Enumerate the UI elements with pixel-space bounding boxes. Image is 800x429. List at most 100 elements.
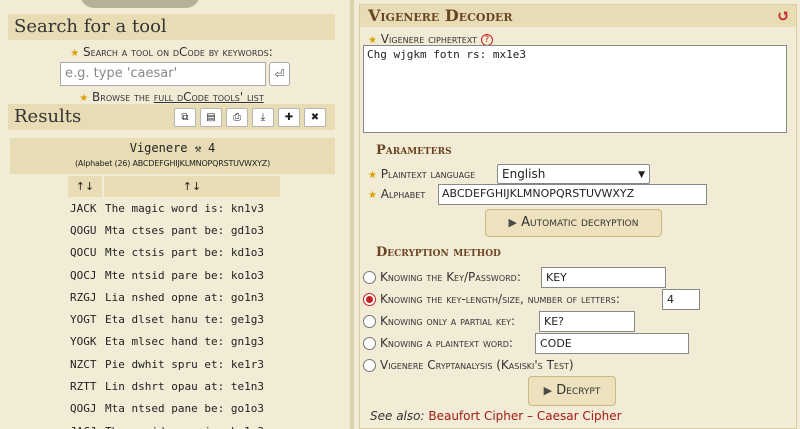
- sort-key-column[interactable]: ↑↓: [68, 176, 102, 197]
- method-key-radio[interactable]: [363, 270, 376, 284]
- method-plaintext-label: Knowing a plaintext word:: [380, 336, 513, 350]
- language-label: ★ Plaintext language: [368, 167, 475, 181]
- language-value: English: [502, 167, 546, 181]
- alphabet-input[interactable]: ABCDEFGHIJKLMNOPQRSTUVWXYZ: [438, 184, 707, 205]
- table-row: QOGJ Mta ntsed pane be: go1o3: [68, 398, 280, 420]
- beaufort-cipher-link[interactable]: Beaufort Cipher: [428, 409, 523, 423]
- decrypt-button[interactable]: ▶ Decrypt: [528, 376, 616, 406]
- method-length-radio[interactable]: [363, 292, 376, 306]
- table-row: JACK The magic word is: kn1v3: [68, 197, 280, 219]
- download-icon: ⤓: [260, 112, 266, 123]
- row-key: JACJ: [68, 425, 102, 429]
- method-kasiski-option[interactable]: Vigenere Cryptanalysis (Kasiski's Test): [363, 358, 574, 372]
- print-button[interactable]: ⎙: [226, 108, 248, 127]
- plaintext-word-input[interactable]: CODE: [535, 333, 689, 354]
- table-row: JACJThe nagid wore is: ko1v3: [68, 420, 280, 429]
- result-name: Vigenere: [129, 141, 188, 155]
- results-rows: JACK The magic word is: kn1v3 QOGU Mta ctse…: [68, 197, 280, 429]
- table-row: YOGT Eta dlset hanu te: ge1g3: [68, 308, 280, 330]
- see-also: See also: Beaufort Cipher – Caesar Ciphe…: [370, 409, 622, 423]
- partial-key-input[interactable]: KE?: [539, 311, 635, 332]
- result-count: 4: [208, 141, 216, 155]
- decryption-method-title: Decryption method: [376, 245, 501, 260]
- ciphertext-label: ★ Vigenere ciphertext ?: [368, 32, 493, 46]
- star-icon: ★: [368, 190, 377, 201]
- row-text: Mte ctsis part be: kd1o3: [105, 246, 264, 260]
- star-icon: ★: [70, 48, 80, 59]
- pin-button[interactable]: ✚: [278, 108, 300, 127]
- method-key-option[interactable]: Knowing the Key/Password:: [363, 270, 521, 284]
- method-plaintext-option[interactable]: Knowing a plaintext word:: [363, 336, 513, 350]
- method-length-option[interactable]: Knowing the key-length/size, number of l…: [363, 292, 620, 306]
- row-key: JACK: [70, 201, 97, 215]
- method-key-label: Knowing the Key/Password:: [380, 270, 521, 284]
- see-also-label: See also:: [370, 409, 425, 423]
- table-row: QOGU Mta ctses pant be: gd1o3: [68, 219, 280, 241]
- row-text: Mta ntsed pane be: go1o3: [105, 402, 264, 416]
- result-title: Vigenere ⚒ 4: [10, 138, 335, 157]
- row-text: Mte ntsid pare be: ko1o3: [105, 268, 264, 282]
- table-row: NZCT Pie dwhit spru et: ke1r3: [68, 353, 280, 375]
- copy-button[interactable]: ⧉: [174, 108, 196, 127]
- sort-header: ↑↓ ↑↓: [68, 176, 280, 197]
- row-text: Mta ctses pant be: gd1o3: [105, 223, 264, 237]
- save-icon: ▤: [206, 112, 216, 123]
- close-button[interactable]: ✖: [304, 108, 326, 127]
- decrypt-label: Decrypt: [556, 383, 601, 398]
- alphabet-label-text: Alphabet: [380, 187, 426, 201]
- results-table: ↑↓ ↑↓ JACK The magic word is: kn1v3 QOGU Mt…: [68, 176, 280, 429]
- result-heading: Vigenere ⚒ 4 (Alphabet (26) ABCDEFGHIJKL…: [10, 138, 335, 174]
- method-partial-option[interactable]: Knowing only a partial key:: [363, 314, 515, 328]
- row-key: QOGJ: [70, 402, 97, 416]
- language-label-text: Plaintext language: [380, 167, 476, 181]
- enter-icon: ⏎: [274, 67, 285, 81]
- key-input[interactable]: KEY: [541, 267, 666, 288]
- play-icon: ▶: [508, 216, 517, 229]
- save-button[interactable]: ▤: [200, 108, 222, 127]
- help-icon[interactable]: ?: [480, 33, 493, 46]
- search-label-text: Search a tool on dCode by keywords:: [83, 45, 273, 59]
- method-partial-radio[interactable]: [363, 314, 376, 328]
- search-label: ★ Search a tool on dCode by keywords:: [8, 45, 335, 59]
- method-plaintext-radio[interactable]: [363, 336, 376, 350]
- row-key: QOCJ: [70, 268, 97, 282]
- results-toolbar: ⧉ ▤ ⎙ ⤓ ✚ ✖: [174, 108, 326, 127]
- ciphertext-label-text: Vigenere ciphertext: [380, 32, 478, 46]
- ciphertext-input[interactable]: Chg wjgkm fotn rs: mx1e3: [363, 45, 787, 133]
- parameters-title: Parameters: [376, 143, 452, 158]
- reset-icon[interactable]: ↺: [777, 6, 790, 26]
- row-text: Pie dwhit spru et: ke1r3: [105, 357, 264, 371]
- pin-icon: ✚: [284, 112, 294, 123]
- row-text: Eta dlset hanu te: ge1g3: [105, 313, 264, 327]
- language-select[interactable]: English ▼: [497, 164, 650, 184]
- row-text: The nagid wore is: ko1v3: [102, 425, 280, 429]
- table-row: YOGK Eta mlsec hand te: gn1g3: [68, 331, 280, 353]
- search-submit-button[interactable]: ⏎: [269, 62, 290, 86]
- row-key: RZGJ: [70, 290, 97, 304]
- decorative-image: [80, 0, 200, 8]
- automatic-decryption-label: Automatic decryption: [521, 215, 639, 230]
- panel-title-text: Vigenere Decoder: [368, 6, 513, 25]
- method-kasiski-radio[interactable]: [363, 358, 376, 372]
- sort-text-column[interactable]: ↑↓: [102, 176, 280, 197]
- download-button[interactable]: ⤓: [252, 108, 274, 127]
- chevron-down-icon: ▼: [638, 170, 645, 180]
- table-row: RZGJ Lia nshed opne at: go1n3: [68, 286, 280, 308]
- table-row: QOCJ Mte ntsid pare be: ko1o3: [68, 264, 280, 286]
- browse-tools-link[interactable]: full dCode tools' list: [154, 90, 264, 104]
- method-kasiski-label: Vigenere Cryptanalysis (Kasiski's Test): [380, 358, 574, 372]
- star-icon: ★: [79, 93, 89, 104]
- method-partial-label: Knowing only a partial key:: [380, 314, 516, 328]
- automatic-decryption-button[interactable]: ▶ Automatic decryption: [485, 209, 662, 237]
- decoder-panel: Vigenere Decoder ↺ ★ Vigenere ciphertext…: [359, 4, 797, 429]
- key-length-input[interactable]: 4: [662, 289, 700, 310]
- caesar-cipher-link[interactable]: Caesar Cipher: [537, 409, 622, 423]
- column-divider[interactable]: [350, 0, 354, 429]
- browse-prefix: Browse the: [92, 90, 154, 104]
- copy-icon: ⧉: [181, 112, 189, 123]
- browse-line: ★ Browse the full dCode tools' list: [8, 90, 335, 104]
- search-header: Search for a tool: [8, 14, 335, 40]
- row-key: RZTT: [70, 380, 97, 394]
- close-icon: ✖: [310, 112, 320, 123]
- search-input[interactable]: e.g. type 'caesar': [60, 62, 266, 86]
